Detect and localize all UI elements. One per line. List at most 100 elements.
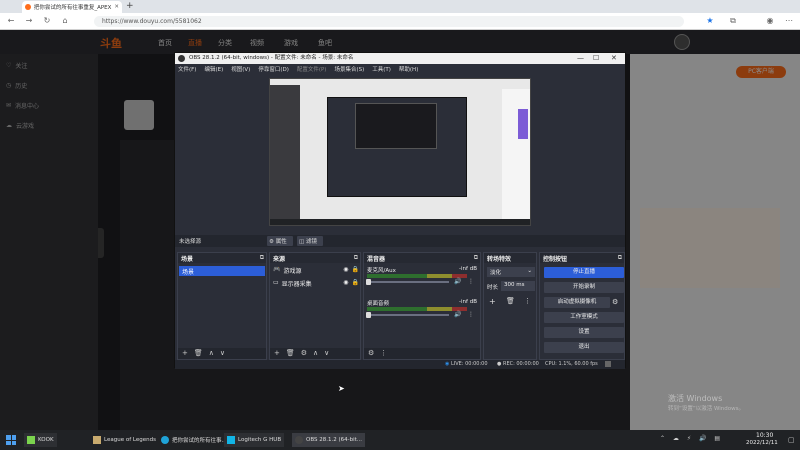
bitrate-indicator-icon	[605, 361, 611, 367]
virtual-camera-button[interactable]: 启动虚拟摄像机	[544, 297, 610, 308]
browser-tab-title: 把你尝试的所有往事重复_APEX	[33, 5, 112, 11]
home-icon[interactable]: ⌂	[60, 16, 70, 26]
more-icon[interactable]: ⋮	[468, 311, 474, 318]
forward-icon[interactable]: →	[24, 16, 34, 26]
volume-slider[interactable]	[367, 281, 449, 283]
properties-button[interactable]: ⚙ 属性	[267, 236, 293, 246]
dock-float-icon[interactable]: ⧉	[474, 254, 478, 262]
stop-streaming-button[interactable]: 停止直播	[544, 267, 624, 278]
obs-window: OBS 28.1.2 (64-bit, windows) - 配置文件: 未命名…	[174, 52, 626, 369]
menu-scene-collection[interactable]: 场景集合(S)	[334, 65, 364, 73]
menu-profile[interactable]: 配置文件(P)	[297, 65, 327, 73]
mixer-track-name: 桌面音频	[367, 301, 390, 307]
add-icon[interactable]: +	[182, 349, 188, 358]
mixer-toolbar: ⚙ ⋮	[364, 348, 480, 359]
star-icon[interactable]: ★	[705, 16, 715, 26]
trash-icon[interactable]: 🗑	[194, 349, 203, 358]
extensions-icon[interactable]: ⧉	[728, 16, 738, 26]
taskbar-obs[interactable]: OBS 28.1.2 (64-bit...	[292, 433, 366, 447]
gear-icon[interactable]: ⚙	[301, 349, 307, 358]
url-input[interactable]: https://www.douyu.com/5581062	[94, 16, 684, 27]
eye-icon[interactable]: ◉	[343, 279, 348, 289]
back-icon[interactable]: ←	[6, 16, 16, 26]
lock-icon[interactable]: 🔒	[352, 266, 359, 276]
menu-icon[interactable]: ⋯	[784, 16, 794, 26]
edge-icon	[161, 436, 169, 444]
menu-edit[interactable]: 编辑(E)	[204, 65, 223, 73]
tray-icons[interactable]: ⌃ ☁ ⚡ 🔊 ▤	[660, 435, 723, 442]
trash-icon[interactable]: 🗑	[286, 349, 295, 358]
preview-nested-canvas	[355, 103, 437, 149]
live-icon: ◉	[445, 361, 450, 367]
start-button-icon[interactable]	[6, 435, 16, 445]
favicon-icon	[25, 4, 31, 10]
duration-input[interactable]: 300 ms	[501, 281, 535, 291]
more-icon[interactable]: ⋮	[524, 297, 531, 305]
exit-button[interactable]: 退出	[544, 342, 624, 353]
up-icon[interactable]: ∧	[313, 349, 318, 358]
speaker-icon[interactable]: 🔊	[454, 311, 461, 318]
lock-icon[interactable]: 🔒	[352, 279, 359, 289]
menu-file[interactable]: 文件(F)	[178, 65, 196, 73]
taskbar-kook[interactable]: KOOK	[24, 433, 57, 447]
down-icon[interactable]: ∨	[220, 349, 225, 358]
duration-label: 时长	[487, 285, 499, 291]
notification-icon[interactable]: ▢	[788, 436, 795, 444]
volume-slider-handle[interactable]	[366, 312, 371, 318]
close-tab-icon[interactable]: ✕	[114, 4, 119, 10]
taskbar-browser[interactable]: 把你尝试的所有往事...	[158, 433, 230, 447]
more-icon[interactable]: ⋮	[380, 349, 387, 358]
volume-slider-handle[interactable]	[366, 279, 371, 285]
sources-toolbar: + 🗑 ⚙ ∧ ∨	[270, 348, 360, 359]
transition-type-select[interactable]: 淡化 ⌄	[487, 267, 535, 277]
filters-button[interactable]: ◫ 滤镜	[297, 236, 323, 246]
menu-docks[interactable]: 停靠窗口(D)	[258, 65, 289, 73]
advanced-audio-icon[interactable]: ⚙	[368, 349, 374, 358]
trash-icon[interactable]: 🗑	[506, 297, 515, 305]
monitor-icon: ▭	[273, 279, 279, 286]
source-item-game[interactable]: 🎮 游戏源 ◉ 🔒	[273, 266, 359, 276]
scene-list-item[interactable]: 场景	[179, 266, 265, 276]
gear-icon[interactable]: ⚙	[612, 298, 618, 306]
speaker-icon[interactable]: 🔊	[454, 278, 461, 285]
taskbar-ghub[interactable]: Logitech G HUB	[224, 433, 285, 447]
browser-tab[interactable]: 把你尝试的所有往事重复_APEX ✕	[22, 1, 122, 13]
source-item-display[interactable]: ▭ 显示器采集 ◉ 🔒	[273, 279, 359, 289]
clock-date[interactable]: 2022/12/11	[746, 440, 778, 446]
obs-menu-bar: 文件(F) 编辑(E) 视图(V) 停靠窗口(D) 配置文件(P) 场景集合(S…	[175, 64, 625, 74]
gear-icon: ⚙	[269, 239, 274, 245]
dock-float-icon[interactable]: ⧉	[618, 254, 622, 262]
obs-preview[interactable]	[269, 78, 531, 226]
more-icon[interactable]: ⋮	[468, 278, 474, 285]
dock-float-icon[interactable]: ⧉	[354, 254, 358, 262]
settings-button[interactable]: 设置	[544, 327, 624, 338]
add-icon[interactable]: +	[489, 297, 496, 306]
studio-mode-button[interactable]: 工作室模式	[544, 312, 624, 323]
filter-icon: ◫	[299, 239, 305, 245]
windows-activation-title: 激活 Windows	[668, 394, 723, 403]
new-tab-icon[interactable]: +	[126, 1, 134, 11]
refresh-icon[interactable]: ↻	[42, 16, 52, 26]
up-icon[interactable]: ∧	[209, 349, 214, 358]
menu-view[interactable]: 视图(V)	[231, 65, 250, 73]
preview-nested-purple	[518, 109, 528, 139]
maximize-icon[interactable]: ☐	[593, 54, 599, 62]
volume-meter	[367, 274, 467, 278]
mixer-dock: 混音器 ⧉ 麦克风/Aux -inf dB 🔊 ⋮ 桌面音频 -inf dB 🔊…	[363, 252, 481, 360]
menu-tools[interactable]: 工具(T)	[372, 65, 391, 73]
volume-slider[interactable]	[367, 314, 449, 316]
transitions-dock-title: 转场特效	[484, 253, 536, 263]
dock-float-icon[interactable]: ⧉	[260, 254, 264, 262]
add-icon[interactable]: +	[274, 349, 280, 358]
controls-dock: 控制按钮 ⧉ 停止直播 开始录制 启动虚拟摄像机 ⚙ 工作室模式 设置 退出	[539, 252, 625, 360]
clock-time[interactable]: 10:30	[756, 432, 773, 439]
down-icon[interactable]: ∨	[324, 349, 329, 358]
taskbar-lol[interactable]: League of Legends	[90, 433, 159, 447]
close-icon[interactable]: ✕	[611, 54, 617, 62]
ghub-icon	[227, 436, 235, 444]
start-recording-button[interactable]: 开始录制	[544, 282, 624, 293]
profile-icon[interactable]: ◉	[765, 16, 775, 26]
minimize-icon[interactable]: —	[577, 54, 584, 62]
menu-help[interactable]: 帮助(H)	[399, 65, 418, 73]
eye-icon[interactable]: ◉	[343, 266, 348, 276]
